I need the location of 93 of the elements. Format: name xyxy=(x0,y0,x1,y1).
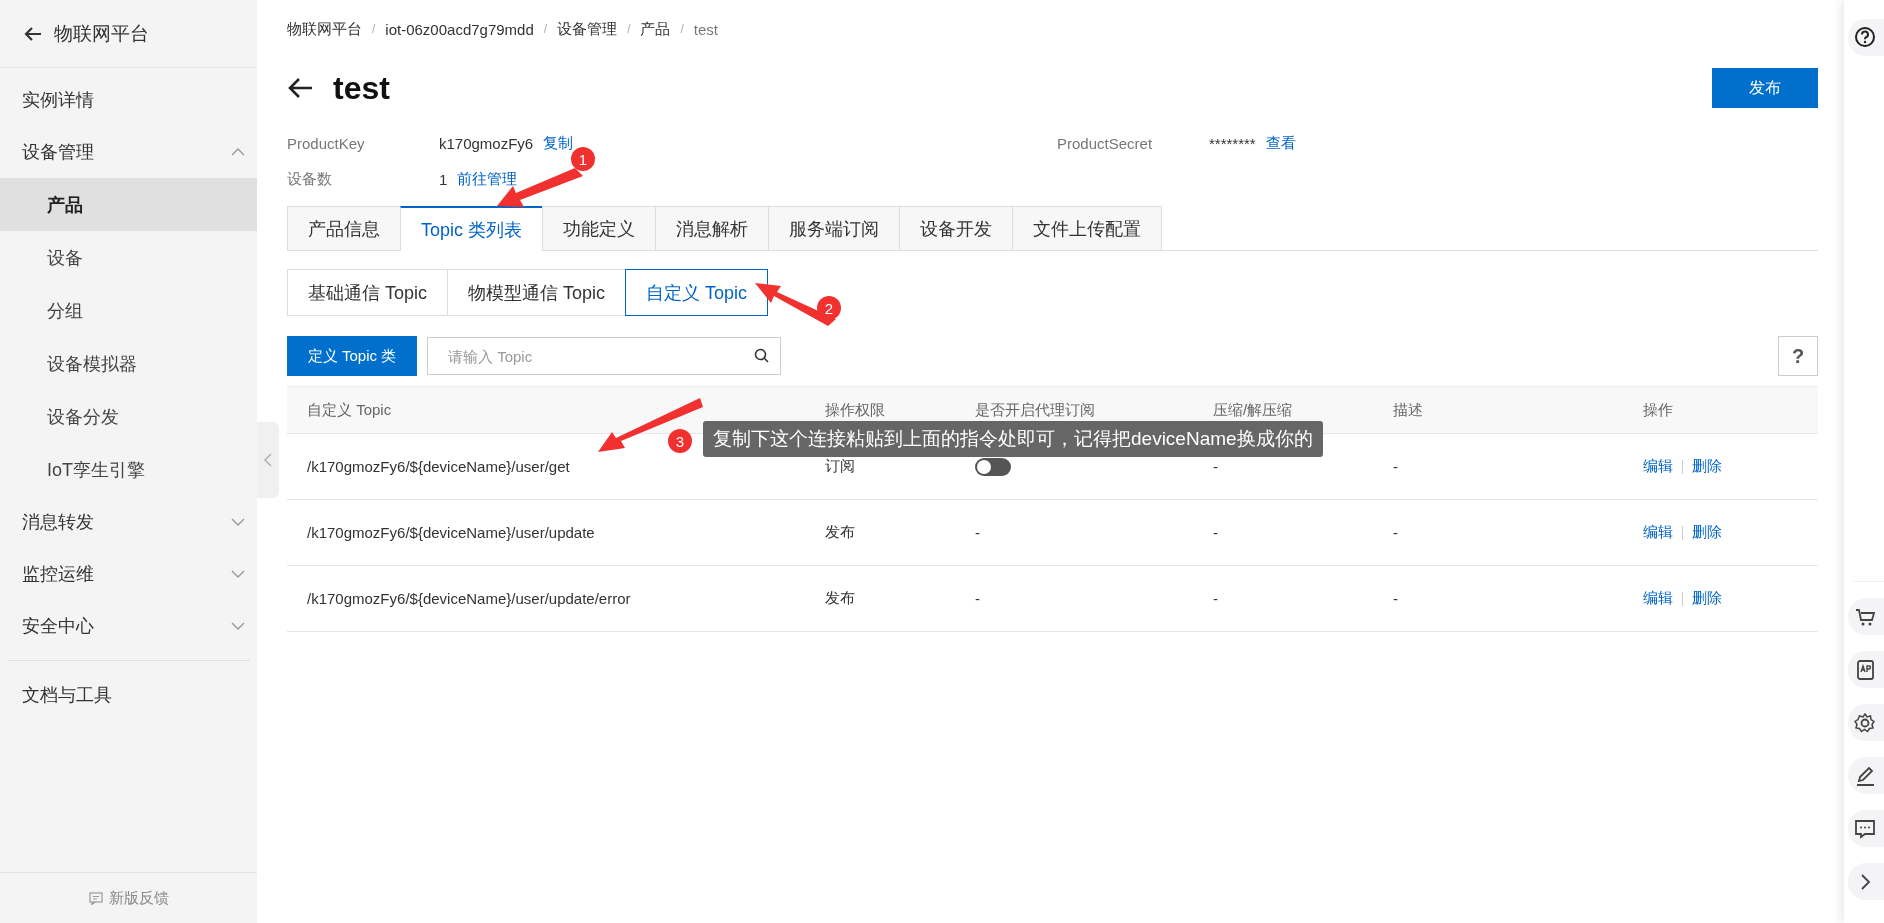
annotation-number-badge: 1 xyxy=(571,147,595,171)
table-cell: /k170gmozFy6/${deviceName}/user/get xyxy=(307,458,570,475)
info-link[interactable]: 查看 xyxy=(1265,133,1296,153)
column-header: 操作权限 xyxy=(825,400,885,420)
annotation-note: 复制下这个连接粘贴到上面的指令处即可，记得把deviceName换成你的 xyxy=(703,421,1323,457)
tab[interactable]: Topic 类列表 xyxy=(400,206,544,251)
chevron-icon xyxy=(231,518,245,526)
sidebar-subitem[interactable]: 设备模拟器 xyxy=(0,337,257,390)
action-link[interactable]: 编辑 xyxy=(1643,589,1673,608)
help-icon[interactable] xyxy=(1848,18,1884,56)
sidebar-item[interactable]: 实例详情 xyxy=(0,74,257,126)
sidebar-subitem[interactable]: 设备分发 xyxy=(0,390,257,443)
table-cell: - xyxy=(1213,590,1218,607)
sidebar-subitem[interactable]: IoT孪生引擎 xyxy=(0,443,257,496)
publish-button[interactable]: 发布 xyxy=(1712,68,1818,108)
table-cell: - xyxy=(1393,458,1398,475)
info-value: ******** xyxy=(1209,134,1256,152)
info-label: 设备数 xyxy=(287,169,333,189)
column-header: 描述 xyxy=(1393,400,1423,420)
back-arrow-icon[interactable] xyxy=(287,77,313,99)
platform-title: 物联网平台 xyxy=(54,21,149,46)
cart-icon[interactable] xyxy=(1848,598,1884,635)
help-button[interactable]: ? xyxy=(1778,336,1818,376)
breadcrumb-link[interactable]: 设备管理 xyxy=(557,19,618,39)
annotation-number-badge: 3 xyxy=(668,429,692,453)
settings-icon[interactable] xyxy=(1848,704,1884,741)
table-cell: - xyxy=(1393,524,1398,541)
sidebar-item[interactable]: 消息转发 xyxy=(0,496,257,548)
sidebar-item[interactable]: 设备管理 xyxy=(0,126,257,178)
define-topic-button[interactable]: 定义 Topic 类 xyxy=(287,336,417,376)
table-cell: 发布 xyxy=(825,589,855,608)
sidebar-item[interactable]: 文档与工具 xyxy=(0,669,257,721)
table-cell: /k170gmozFy6/${deviceName}/user/update xyxy=(307,524,595,541)
api-document-icon[interactable] xyxy=(1848,651,1884,688)
action-link[interactable]: 删除 xyxy=(1692,457,1722,476)
column-header: 操作 xyxy=(1643,400,1673,420)
info-label: ProductKey xyxy=(287,134,366,152)
chevron-right-icon[interactable] xyxy=(1848,863,1884,900)
info-value: 1 xyxy=(439,170,448,188)
search-field[interactable]: 请输入 Topic xyxy=(427,337,781,375)
tab[interactable]: 文件上传配置 xyxy=(1012,206,1163,250)
column-header: 是否开启代理订阅 xyxy=(975,400,1095,420)
info-label: ProductSecret xyxy=(1057,134,1154,152)
action-link[interactable]: 删除 xyxy=(1692,589,1722,608)
comment-icon xyxy=(88,891,103,905)
back-arrow-icon[interactable] xyxy=(24,25,42,42)
page-title: test xyxy=(333,69,390,107)
pencil-icon[interactable] xyxy=(1848,757,1884,794)
table-cell: - xyxy=(975,524,980,541)
breadcrumb-separator: / xyxy=(680,22,684,36)
chevron-icon xyxy=(231,148,245,156)
table-cell: - xyxy=(975,590,980,607)
column-header: 压缩/解压缩 xyxy=(1213,400,1293,420)
toggle-switch[interactable] xyxy=(975,457,1011,476)
sidebar-item[interactable]: 监控运维 xyxy=(0,548,257,600)
action-link[interactable]: 编辑 xyxy=(1643,523,1673,542)
tab[interactable]: 产品信息 xyxy=(287,206,401,250)
chat-icon[interactable] xyxy=(1848,810,1884,847)
tab[interactable]: 功能定义 xyxy=(542,206,657,250)
subtab[interactable]: 物模型通信 Topic xyxy=(447,269,627,316)
table-cell: 发布 xyxy=(825,523,855,542)
tab[interactable]: 服务端订阅 xyxy=(768,206,901,250)
column-header: 自定义 Topic xyxy=(307,400,392,420)
annotation-number-badge: 2 xyxy=(817,296,841,320)
tab[interactable]: 消息解析 xyxy=(655,206,770,250)
info-link[interactable]: 前往管理 xyxy=(457,169,518,189)
chevron-icon xyxy=(231,570,245,578)
info-link[interactable]: 复制 xyxy=(543,133,574,153)
table-cell: - xyxy=(1393,590,1398,607)
sidebar-subitem[interactable]: 分组 xyxy=(0,284,257,337)
breadcrumb-separator: / xyxy=(543,22,548,36)
breadcrumb-separator: / xyxy=(372,22,376,36)
sidebar-item[interactable]: 安全中心 xyxy=(0,600,257,652)
table-cell: 订阅 xyxy=(825,457,855,476)
sidebar-subitem[interactable]: 设备 xyxy=(0,231,257,284)
chevron-left-icon xyxy=(264,453,272,467)
subtab[interactable]: 自定义 Topic xyxy=(625,269,769,316)
info-value: k170gmozFy6 xyxy=(439,134,534,152)
chevron-icon xyxy=(231,622,245,630)
action-link[interactable]: 删除 xyxy=(1692,523,1722,542)
action-link[interactable]: 编辑 xyxy=(1643,457,1673,476)
collapse-handle[interactable] xyxy=(257,422,279,498)
sidebar-subitem[interactable]: 产品 xyxy=(0,178,257,231)
tab[interactable]: 设备开发 xyxy=(899,206,1014,250)
table-cell: - xyxy=(1213,458,1218,475)
subtab[interactable]: 基础通信 Topic xyxy=(287,269,449,316)
breadcrumb-link[interactable]: 产品 xyxy=(640,19,671,39)
table-cell: /k170gmozFy6/${deviceName}/user/update/error xyxy=(307,590,631,607)
breadcrumb-link[interactable]: iot-06z00acd7g79mdd xyxy=(385,20,534,38)
search-icon xyxy=(754,348,769,363)
breadcrumb-separator: / xyxy=(627,22,631,36)
breadcrumb-link[interactable]: 物联网平台 xyxy=(287,19,362,39)
table-cell: - xyxy=(1213,524,1218,541)
